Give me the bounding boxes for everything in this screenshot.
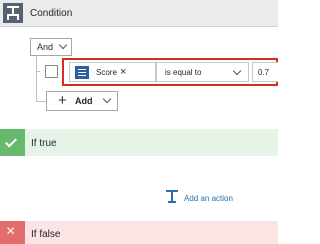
- if-true-body: [0, 156, 278, 216]
- tree-connector: [36, 56, 37, 102]
- group-operator-dropdown[interactable]: And: [30, 38, 72, 56]
- operator-label: is equal to: [165, 68, 202, 77]
- group-operator-label: And: [37, 42, 54, 52]
- condition-title: Condition: [30, 8, 73, 19]
- if-false-title: If false: [31, 229, 61, 240]
- condition-icon: [3, 3, 23, 23]
- plus-icon: +: [58, 92, 67, 109]
- chevron-down-icon: [102, 94, 112, 104]
- add-button[interactable]: + Add: [46, 91, 118, 111]
- add-action-link[interactable]: Add an action: [184, 194, 233, 203]
- tree-connector-add: [36, 101, 46, 102]
- remove-token-icon[interactable]: ×: [120, 66, 126, 78]
- operator-dropdown[interactable]: is equal to: [156, 62, 249, 82]
- if-true-title: If true: [31, 138, 57, 149]
- value-input[interactable]: 0.7: [252, 62, 278, 82]
- field-token-label: Score: [96, 68, 117, 77]
- value-text: 0.7: [258, 68, 270, 77]
- close-icon: ×: [0, 221, 25, 244]
- check-icon: [0, 129, 25, 156]
- field-input[interactable]: Score ×: [69, 62, 156, 82]
- variable-token-icon: [75, 66, 89, 79]
- chevron-down-icon: [58, 40, 68, 50]
- chevron-down-icon: [232, 66, 242, 76]
- add-button-label: Add: [75, 96, 93, 106]
- row-select-checkbox[interactable]: [45, 65, 58, 78]
- add-action-icon[interactable]: [166, 190, 178, 204]
